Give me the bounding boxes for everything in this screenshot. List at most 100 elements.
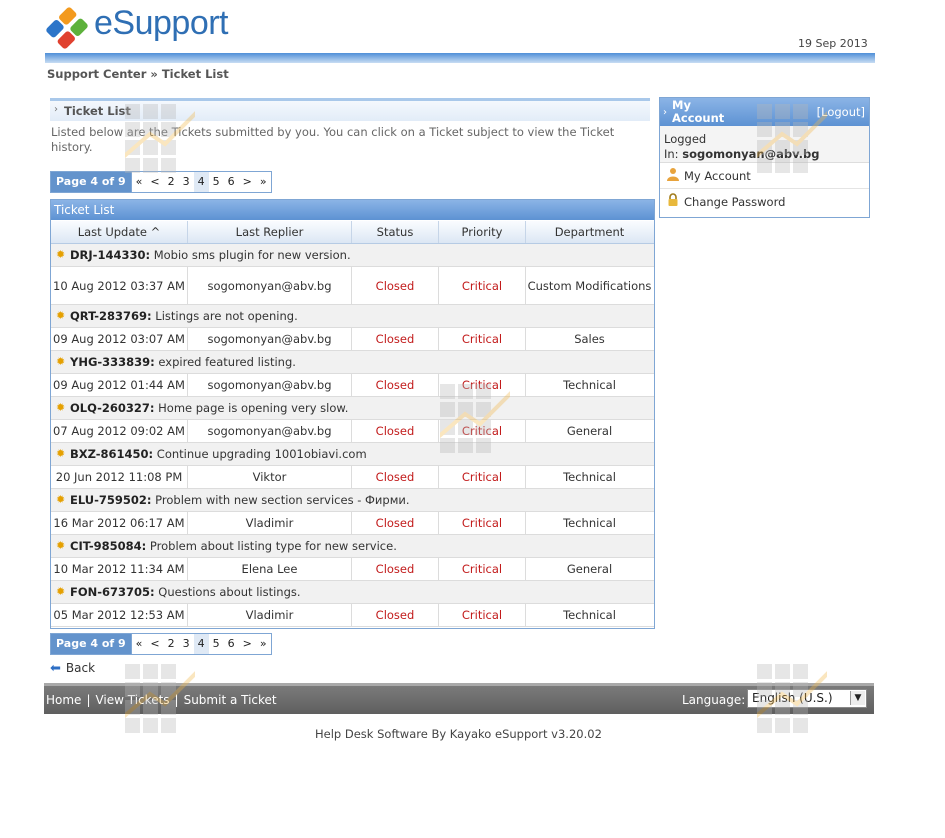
logged-in-label: In: <box>664 147 679 161</box>
pager-next[interactable]: > <box>239 634 256 654</box>
ticket-replier: Vladimir <box>188 604 352 626</box>
ticket-subject[interactable]: CIT-985084: Problem about listing type f… <box>70 535 397 557</box>
ticket-id: FON-673705: <box>70 585 155 599</box>
pager-page[interactable]: 6 <box>224 634 239 654</box>
intro-text: Listed below are the Tickets submitted b… <box>51 125 615 154</box>
pager-page[interactable]: 2 <box>164 172 179 192</box>
change-password-link[interactable]: Change Password <box>660 189 869 214</box>
footer-home-link[interactable]: Home <box>46 693 81 707</box>
ticket-last-update: 09 Aug 2012 03:07 AM <box>51 328 188 350</box>
pager-page[interactable]: 3 <box>179 634 194 654</box>
pager-page-current[interactable]: 4 <box>193 172 209 192</box>
pager-bottom: Page 4 of 9 « < 2 3 4 5 6 > » <box>50 633 272 655</box>
ticket-data-row: 07 Aug 2012 09:02 AM sogomonyan@abv.bg Clo… <box>51 420 654 443</box>
ticket-subject[interactable]: BXZ-861450: Continue upgrading 1001obiav… <box>70 443 367 465</box>
ticket-priority: Critical <box>439 374 526 396</box>
ticket-department: General <box>566 562 613 576</box>
ticket-subject[interactable]: FON-673705: Questions about listings. <box>70 581 301 603</box>
ticket-replier: Elena Lee <box>188 558 352 580</box>
ticket-id: QRT-283769: <box>70 309 152 323</box>
pager-label: Page 4 of 9 <box>51 172 132 192</box>
ticket-subject-text: expired featured listing. <box>154 355 296 369</box>
pager-last[interactable]: » <box>256 634 271 654</box>
ticket-star-icon: ✹ <box>56 248 66 261</box>
ticket-priority: Critical <box>439 512 526 534</box>
pager-prev[interactable]: < <box>146 172 163 192</box>
ticket-priority: Critical <box>439 420 526 442</box>
language-select[interactable]: English (U.S.) ▼ <box>747 689 867 708</box>
ticket-subject-row[interactable]: ✹ OLQ-260327: Home page is opening very s… <box>51 397 654 420</box>
current-date: 19 Sep 2013 <box>798 37 868 50</box>
ticket-subject[interactable]: DRJ-144330: Mobio sms plugin for new ver… <box>70 244 351 266</box>
footer-view-tickets-link[interactable]: View Tickets <box>95 693 169 707</box>
ticket-subject-row[interactable]: ✹ DRJ-144330: Mobio sms plugin for new ve… <box>51 244 654 267</box>
col-department[interactable]: Department <box>526 221 653 243</box>
my-account-link[interactable]: My Account <box>660 163 869 189</box>
logo-text: eSupport <box>94 4 229 42</box>
ticket-subject-text: Continue upgrading 1001obiavi.com <box>153 447 367 461</box>
ticket-priority: Critical <box>439 558 526 580</box>
ticket-subject-row[interactable]: ✹ YHG-333839: expired featured listing. <box>51 351 654 374</box>
ticket-subject[interactable]: ELU-759502: Problem with new section ser… <box>70 489 410 511</box>
pager-page[interactable]: 5 <box>209 634 224 654</box>
ticket-subject-row[interactable]: ✹ FON-673705: Questions about listings. <box>51 581 654 604</box>
chevron-down-icon[interactable]: ▼ <box>850 691 865 705</box>
footer-separator: | <box>174 693 179 707</box>
logged-in-line: In: sogomonyan@abv.bg <box>664 147 820 161</box>
pager-first[interactable]: « <box>132 172 147 192</box>
ticket-subject-row[interactable]: ✹ BXZ-861450: Continue upgrading 1001obia… <box>51 443 654 466</box>
pager-page[interactable]: 2 <box>164 634 179 654</box>
ticket-subject-text: Problem about listing type for new servi… <box>146 539 397 553</box>
ticket-department: Sales <box>574 332 605 346</box>
ticket-data-row: 09 Aug 2012 03:07 AM sogomonyan@abv.bg Clo… <box>51 328 654 351</box>
my-account-title: My Account <box>672 98 725 125</box>
ticket-last-update: 05 Mar 2012 12:53 AM <box>51 604 188 626</box>
back-link[interactable]: ⬅ Back <box>50 661 95 676</box>
pager-page-current[interactable]: 4 <box>193 634 209 654</box>
ticket-data-row: 16 Mar 2012 06:17 AM Vladimir Closed Critic… <box>51 512 654 535</box>
ticket-status: Closed <box>352 420 439 442</box>
pager-prev[interactable]: < <box>146 634 163 654</box>
col-last-update[interactable]: Last Update ^ <box>51 221 188 243</box>
ticket-data-row: 05 Mar 2012 12:53 AM Vladimir Closed Critic… <box>51 604 654 627</box>
footer-submit-ticket-link[interactable]: Submit a Ticket <box>184 693 277 707</box>
pager-first[interactable]: « <box>132 634 147 654</box>
section-arrow-icon: › <box>54 104 58 115</box>
ticket-subject[interactable]: YHG-333839: expired featured listing. <box>70 351 296 373</box>
ticket-id: CIT-985084: <box>70 539 147 553</box>
col-last-replier[interactable]: Last Replier <box>188 221 352 243</box>
language-value: English (U.S.) <box>752 691 833 705</box>
pager-last[interactable]: » <box>256 172 271 192</box>
user-icon <box>666 167 680 184</box>
ticket-replier: Viktor <box>188 466 352 488</box>
ticket-id: YHG-333839: <box>70 355 155 369</box>
footer-separator: | <box>86 693 91 707</box>
ticket-subject[interactable]: QRT-283769: Listings are not opening. <box>70 305 298 327</box>
ticket-subject-row[interactable]: ✹ CIT-985084: Problem about listing type … <box>51 535 654 558</box>
ticket-last-update: 10 Aug 2012 03:37 AM <box>51 267 188 304</box>
logout-link[interactable]: [Logout] <box>817 105 865 119</box>
ticket-subject[interactable]: OLQ-260327: Home page is opening very sl… <box>70 397 348 419</box>
ticket-status: Closed <box>352 466 439 488</box>
ticket-subject-row[interactable]: ✹ ELU-759502: Problem with new section se… <box>51 489 654 512</box>
ticket-id: OLQ-260327: <box>70 401 155 415</box>
ticket-department: Custom Modifications <box>527 278 652 293</box>
ticket-data-row: 20 Jun 2012 11:08 PM Viktor Closed Critical… <box>51 466 654 489</box>
panel-arrow-icon: › <box>663 107 667 118</box>
pager-next[interactable]: > <box>239 172 256 192</box>
ticket-subject-row[interactable]: ✹ QRT-283769: Listings are not opening. <box>51 305 654 328</box>
ticket-table-header: Last Update ^ Last Replier Status Priori… <box>51 221 654 244</box>
ticket-department: Technical <box>563 470 616 484</box>
pager-page[interactable]: 5 <box>209 172 224 192</box>
col-status[interactable]: Status <box>352 221 439 243</box>
ticket-star-icon: ✹ <box>56 539 66 552</box>
pager-page[interactable]: 6 <box>224 172 239 192</box>
col-priority[interactable]: Priority <box>439 221 526 243</box>
section-title: Ticket List <box>64 104 131 118</box>
ticket-last-update: 20 Jun 2012 11:08 PM <box>51 466 188 488</box>
my-account-label: My Account <box>684 169 751 183</box>
ticket-status: Closed <box>352 374 439 396</box>
pager-page[interactable]: 3 <box>179 172 194 192</box>
logged-label: Logged <box>664 132 707 146</box>
logo-icon <box>46 7 88 49</box>
